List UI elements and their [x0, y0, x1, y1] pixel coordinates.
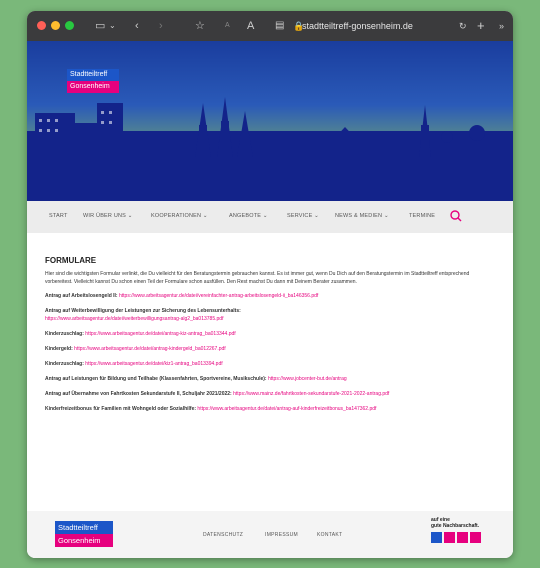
nachbarschaft-badge: auf eine gute Nachbarschaft.: [431, 517, 501, 548]
nav-item-termine[interactable]: TERMINE: [409, 213, 435, 219]
footer-logo-line2: Gonsenheim: [55, 534, 113, 547]
form-entry-label: Antrag auf Weiterbewilligung der Leistun…: [45, 308, 241, 314]
footer-link-kontakt[interactable]: KONTAKT: [317, 532, 342, 538]
zoom-window-button[interactable]: [65, 21, 74, 30]
minimize-window-button[interactable]: [51, 21, 60, 30]
nav-item-start[interactable]: START: [49, 213, 68, 219]
sidebar-icon[interactable]: ▭: [95, 19, 105, 33]
page-title: FORMULARE: [45, 256, 97, 265]
address-bar[interactable]: stadtteiltreff-gonsenheim.de: [302, 19, 452, 33]
form-entry: Kinderzuschlag: https://www.arbeitsagent…: [45, 360, 495, 368]
form-entry: Antrag auf Übernahme von Fahrtkosten Sek…: [45, 390, 495, 398]
intro-text: Hier sind die wichtigsten Formular verli…: [45, 271, 470, 285]
form-entry-label: Antrag auf Übernahme von Fahrtkosten Sek…: [45, 391, 232, 397]
main-nav: START WIR ÜBER UNS ⌄ KOOPERATIONEN ⌄ ANG…: [27, 201, 513, 233]
form-entry-link[interactable]: https://www.arbeitsagentur.de/datei/weit…: [45, 316, 223, 322]
forward-icon[interactable]: ›: [159, 19, 163, 33]
form-entry-link[interactable]: https://www.arbeitsagentur.de/datei/antr…: [85, 331, 235, 337]
form-entry: Kindergeld: https://www.arbeitsagentur.d…: [45, 345, 495, 353]
text-size-large-icon[interactable]: A: [247, 19, 254, 33]
form-entry-label: Kinderzuschlag:: [45, 361, 84, 367]
form-entry-label: Antrag auf Leistungen für Bildung und Te…: [45, 376, 267, 382]
reload-icon[interactable]: ↻: [459, 19, 467, 33]
form-entry-link[interactable]: https://www.arbeitsagentur.de/datei/kiz1…: [85, 361, 222, 367]
form-entry: Antrag auf Leistungen für Bildung und Te…: [45, 375, 495, 383]
site-footer: Stadtteiltreff Gonsenheim DATENSCHUTZ IM…: [27, 511, 513, 558]
footer-logo-line1: Stadtteiltreff: [55, 521, 113, 534]
skyline-silhouette: [27, 97, 513, 201]
nav-item-wir-ueber-uns[interactable]: WIR ÜBER UNS ⌄: [83, 213, 133, 219]
form-entry-link[interactable]: https://www.mainz.de/fahrtkosten-sekunda…: [233, 391, 389, 397]
form-entry: Antrag auf Arbeitslosengeld II: https://…: [45, 292, 495, 300]
site-logo[interactable]: Stadtteiltreff Gonsenheim: [67, 69, 119, 93]
form-entry-label: Kindergeld:: [45, 346, 73, 352]
form-entry: Kinderzuschlag: https://www.arbeitsagent…: [45, 330, 495, 338]
back-icon[interactable]: ‹: [135, 19, 139, 33]
text-size-small-icon[interactable]: A: [225, 19, 230, 33]
footer-link-impressum[interactable]: IMPRESSUM: [265, 532, 298, 538]
reader-icon[interactable]: ▤: [275, 19, 284, 33]
star-icon[interactable]: ☆: [195, 19, 205, 33]
hero-banner: Stadtteiltreff Gonsenheim: [27, 41, 513, 201]
form-entry-link[interactable]: https://www.arbeitsagentur.de/datei/antr…: [197, 406, 376, 412]
form-entry-label: Kinderzuschlag:: [45, 331, 84, 337]
new-tab-icon[interactable]: +: [477, 19, 485, 33]
nav-item-service[interactable]: SERVICE ⌄: [287, 213, 319, 219]
nav-item-kooperationen[interactable]: KOOPERATIONEN ⌄: [151, 213, 208, 219]
close-window-button[interactable]: [37, 21, 46, 30]
browser-window: ▭ ⌄ ‹ › ☆ A A ▤ 🔒 stadtteiltreff-gonsenh…: [27, 11, 513, 558]
nachbar-squares: [431, 529, 501, 548]
footer-logo[interactable]: Stadtteiltreff Gonsenheim: [55, 521, 113, 547]
logo-line2: Gonsenheim: [67, 81, 119, 93]
form-entry: Antrag auf Weiterbewilligung der Leistun…: [45, 307, 495, 323]
search-icon[interactable]: [449, 209, 463, 223]
nav-item-news-medien[interactable]: NEWS & MEDIEN ⌄: [335, 213, 389, 219]
nav-item-angebote[interactable]: ANGEBOTE ⌄: [229, 213, 268, 219]
browser-toolbar: ▭ ⌄ ‹ › ☆ A A ▤ 🔒 stadtteiltreff-gonsenh…: [27, 11, 513, 41]
logo-line1: Stadtteiltreff: [67, 69, 119, 81]
chevron-down-icon[interactable]: ⌄: [109, 19, 116, 33]
form-entry: Kinderfreizeitbonus für Familien mit Woh…: [45, 405, 495, 413]
form-entry-link[interactable]: https://www.arbeitsagentur.de/datei/antr…: [74, 346, 226, 352]
form-entry-label: Kinderfreizeitbonus für Familien mit Woh…: [45, 406, 197, 412]
main-content: FORMULARE Hier sind die wichtigsten Form…: [45, 256, 495, 420]
form-entry-link[interactable]: https://www.jobcenter-but.de/antrag: [268, 376, 347, 382]
form-entry-link[interactable]: https://www.arbeitsagentur.de/datei/vere…: [119, 293, 318, 299]
more-icon[interactable]: »: [499, 19, 504, 33]
footer-link-datenschutz[interactable]: DATENSCHUTZ: [203, 532, 243, 538]
form-entry-label: Antrag auf Arbeitslosengeld II:: [45, 293, 118, 299]
